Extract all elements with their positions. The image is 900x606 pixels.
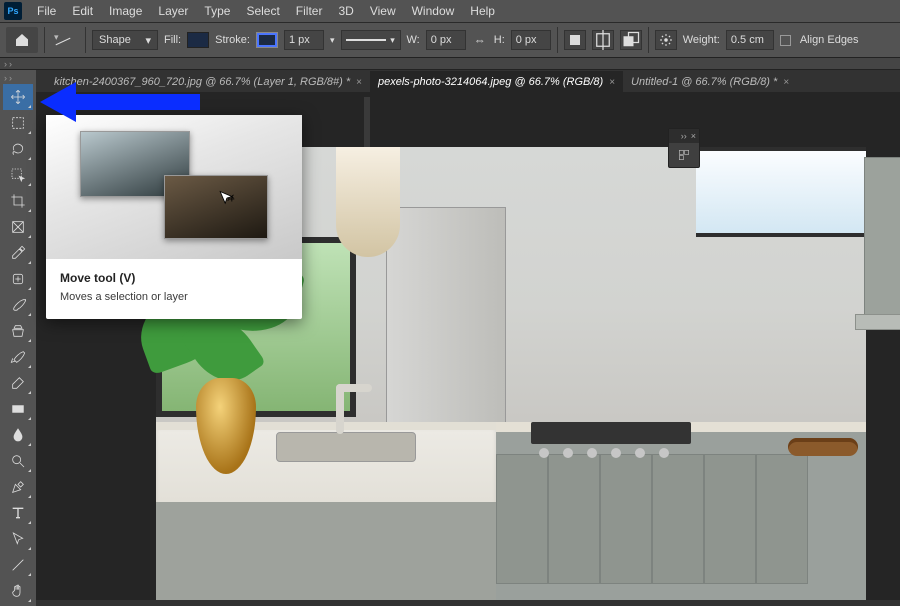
menu-bar: Ps File Edit Image Layer Type Select Fil… <box>0 0 900 22</box>
image-region-faucet <box>336 384 344 434</box>
weight-label: Weight: <box>683 34 720 46</box>
image-region-pendant-light <box>336 147 400 257</box>
shape-mode-select[interactable]: Shape ▾ <box>92 30 158 50</box>
menu-edit[interactable]: Edit <box>65 2 100 20</box>
eyedropper-tool[interactable] <box>3 240 33 266</box>
dodge-tool[interactable] <box>3 448 33 474</box>
close-icon[interactable]: × <box>783 77 789 88</box>
toolbox-expand[interactable]: ›› <box>0 72 36 84</box>
menu-layer[interactable]: Layer <box>151 2 195 20</box>
menu-type[interactable]: Type <box>197 2 237 20</box>
path-alignment-button[interactable] <box>592 30 614 50</box>
panel-titlebar[interactable]: ›› × <box>669 129 699 143</box>
fill-label: Fill: <box>164 34 181 46</box>
image-region-range <box>531 422 691 444</box>
align-edges-checkbox[interactable] <box>780 35 791 46</box>
image-region-tray <box>788 438 858 456</box>
chevron-down-icon[interactable]: ▾ <box>330 35 335 46</box>
menu-select[interactable]: Select <box>239 2 286 20</box>
height-label: H: <box>494 34 505 46</box>
weight-input[interactable]: 0.5 cm <box>726 30 774 50</box>
marquee-tool[interactable] <box>3 110 33 136</box>
width-label: W: <box>407 34 420 46</box>
eraser-tool[interactable] <box>3 370 33 396</box>
shape-mode-label: Shape <box>99 34 131 46</box>
tooltip-title: Move tool (V) <box>60 271 288 285</box>
move-tool[interactable] <box>3 84 33 110</box>
gear-icon[interactable] <box>655 30 677 50</box>
divider <box>44 27 45 53</box>
image-region-island-side <box>156 502 496 600</box>
close-icon[interactable]: × <box>356 77 362 88</box>
menu-image[interactable]: Image <box>102 2 149 20</box>
tooltip-preview <box>46 115 302 259</box>
panel-icon-button[interactable] <box>669 143 699 167</box>
collapsed-panel[interactable]: ›› × <box>668 128 700 168</box>
image-region-hood <box>864 157 900 317</box>
image-region-knobs <box>539 448 684 462</box>
chevron-down-icon: ▾ <box>145 34 151 47</box>
tooltip-description: Moves a selection or layer <box>60 291 288 303</box>
brush-tool[interactable] <box>3 292 33 318</box>
menu-filter[interactable]: Filter <box>289 2 330 20</box>
close-icon[interactable]: × <box>609 77 615 88</box>
menu-help[interactable]: Help <box>463 2 502 20</box>
hand-tool[interactable] <box>3 578 33 604</box>
image-region-sink <box>276 432 416 462</box>
options-bar: Shape▾ Fill: Stroke: 1 px ▾ ▾ W: 0 px ⇔ … <box>0 22 900 58</box>
app-logo[interactable]: Ps <box>4 2 22 20</box>
divider <box>85 27 86 53</box>
toolbox: ›› <box>0 70 36 606</box>
width-input[interactable]: 0 px <box>426 30 466 50</box>
tab-label: pexels-photo-3214064.jpeg @ 66.7% (RGB/8… <box>378 76 603 88</box>
clone-stamp-tool[interactable] <box>3 318 33 344</box>
annotation-arrow <box>40 86 200 116</box>
menu-3d[interactable]: 3D <box>331 2 360 20</box>
stroke-style-select[interactable]: ▾ <box>341 30 401 50</box>
image-region-upper-cabinets <box>496 147 866 347</box>
path-select-tool[interactable] <box>3 526 33 552</box>
pen-tool[interactable] <box>3 474 33 500</box>
align-edges-label: Align Edges <box>800 34 859 46</box>
stroke-label: Stroke: <box>215 34 250 46</box>
type-tool[interactable] <box>3 500 33 526</box>
menu-file[interactable]: File <box>30 2 63 20</box>
lasso-tool[interactable] <box>3 136 33 162</box>
collapse-icon[interactable]: ›› <box>681 131 687 141</box>
crop-tool[interactable] <box>3 188 33 214</box>
divider <box>648 27 649 53</box>
tool-tooltip: Move tool (V) Moves a selection or layer <box>46 115 302 319</box>
tool-preset-picker[interactable] <box>51 29 79 51</box>
stroke-width-input[interactable]: 1 px <box>284 30 324 50</box>
expand-chevron-icon: ›› <box>4 59 14 69</box>
gradient-tool[interactable] <box>3 396 33 422</box>
quick-select-tool[interactable] <box>3 162 33 188</box>
history-brush-tool[interactable] <box>3 344 33 370</box>
blur-tool[interactable] <box>3 422 33 448</box>
menu-window[interactable]: Window <box>405 2 462 20</box>
frame-tool[interactable] <box>3 214 33 240</box>
stroke-swatch[interactable] <box>256 32 278 48</box>
tab-pexels[interactable]: pexels-photo-3214064.jpeg @ 66.7% (RGB/8… <box>370 71 623 92</box>
toolbar-expand-row[interactable]: ›› <box>0 58 900 70</box>
tab-label: Untitled-1 @ 66.7% (RGB/8) * <box>631 76 777 88</box>
link-icon[interactable]: ⇔ <box>472 32 488 48</box>
move-cursor-icon <box>216 189 236 209</box>
menu-view[interactable]: View <box>363 2 403 20</box>
line-tool[interactable] <box>3 552 33 578</box>
close-icon[interactable]: × <box>691 131 696 141</box>
path-arrangement-button[interactable] <box>620 30 642 50</box>
home-button[interactable] <box>6 27 38 53</box>
fill-swatch[interactable] <box>187 32 209 48</box>
divider <box>557 27 558 53</box>
tab-untitled[interactable]: Untitled-1 @ 66.7% (RGB/8) * × <box>623 71 797 92</box>
home-icon <box>14 32 30 48</box>
healing-brush-tool[interactable] <box>3 266 33 292</box>
height-input[interactable]: 0 px <box>511 30 551 50</box>
path-operations-button[interactable] <box>564 30 586 50</box>
